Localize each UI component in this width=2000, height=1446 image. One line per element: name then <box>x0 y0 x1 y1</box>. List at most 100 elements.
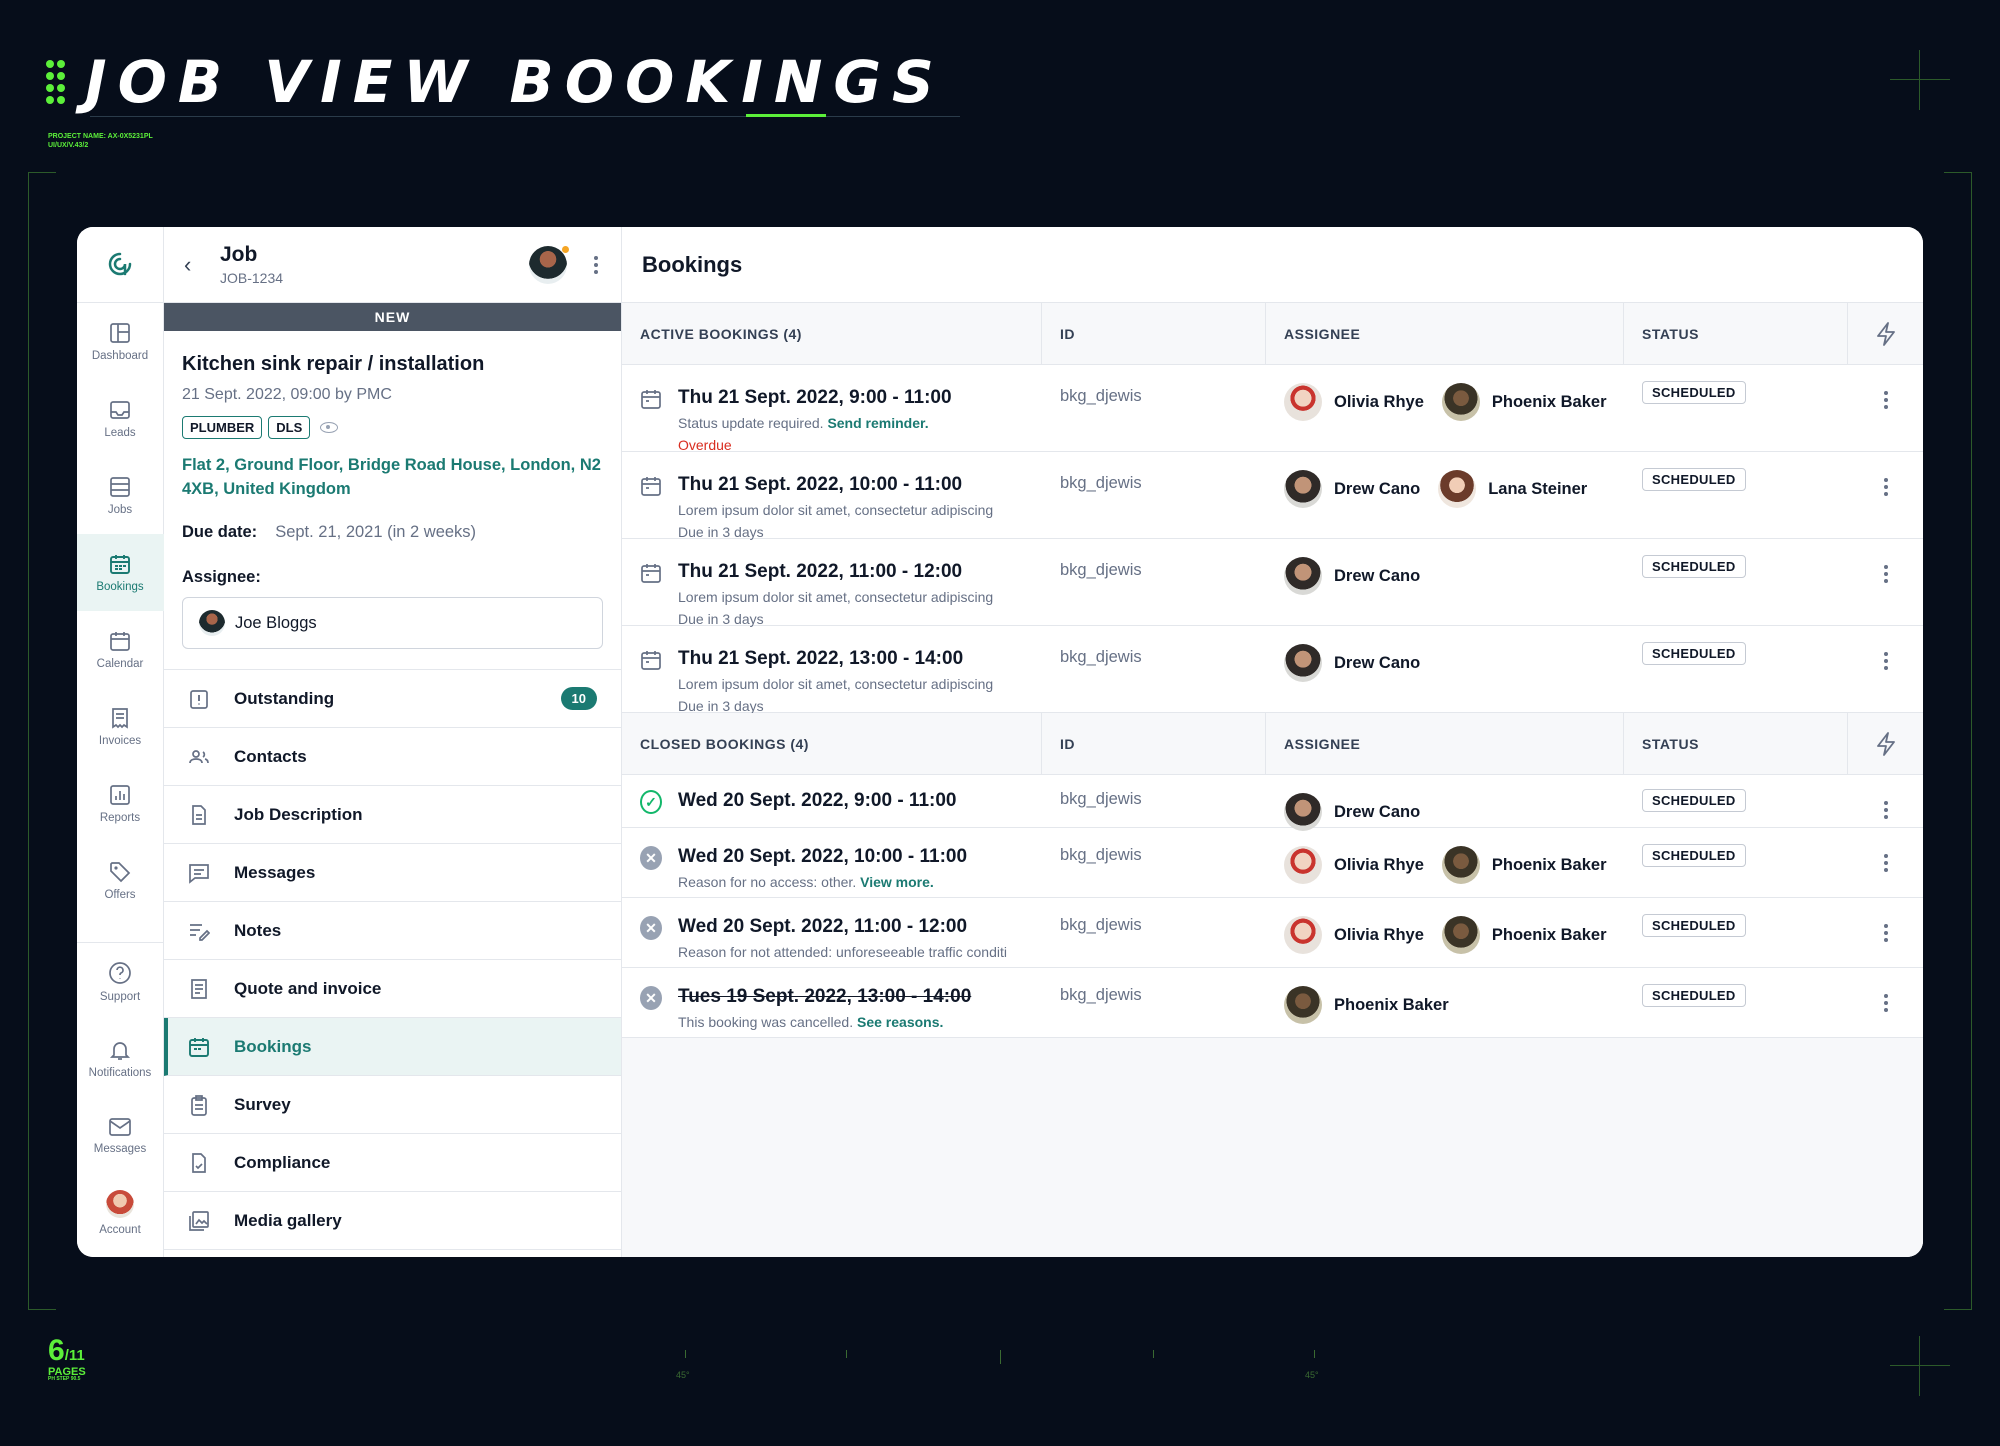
app-logo[interactable] <box>77 227 164 303</box>
row-more-button[interactable] <box>1848 539 1923 627</box>
rail-dashboard[interactable]: Dashboard <box>77 303 164 380</box>
menu-item-contacts[interactable]: Contacts <box>164 728 621 786</box>
dot <box>1883 579 1888 583</box>
avatar[interactable] <box>529 245 569 284</box>
bulk-action-button[interactable] <box>1848 303 1923 364</box>
menu-item-messages[interactable]: Messages <box>164 844 621 902</box>
column-header[interactable]: STATUS <box>1624 713 1848 774</box>
row-more-button[interactable] <box>1848 626 1923 714</box>
column-header[interactable]: STATUS <box>1624 303 1848 364</box>
close-icon: ✕ <box>640 846 662 870</box>
assignee-person[interactable]: Drew Cano <box>1284 793 1420 831</box>
rail-invoices[interactable]: Invoices <box>77 688 164 765</box>
assignee-person[interactable]: Phoenix Baker <box>1441 383 1607 421</box>
assignee-person[interactable]: Olivia Rhye <box>1284 846 1424 884</box>
rail-offers[interactable]: Offers <box>77 842 164 919</box>
booking-text: Wed 20 Sept. 2022, 11:00 - 12:00 Reason f… <box>678 916 1007 967</box>
dashboard-icon <box>110 322 130 343</box>
column-header[interactable]: ASSIGNEE <box>1266 303 1624 364</box>
booking-time[interactable]: Thu 21 Sept. 2022, 9:00 - 11:00 <box>678 387 952 409</box>
assignee-person[interactable]: Lana Steiner <box>1438 470 1587 508</box>
rail-leads[interactable]: Leads <box>77 380 164 457</box>
chevron-left-icon: ‹ <box>184 251 192 277</box>
tag[interactable]: PLUMBER <box>182 416 263 439</box>
menu-item-bookings[interactable]: Bookings <box>164 1018 621 1076</box>
assignee-person[interactable]: Drew Cano <box>1284 557 1420 595</box>
more-options-button[interactable] <box>591 255 601 274</box>
rail-calendar[interactable]: Calendar <box>77 611 164 688</box>
booking-time[interactable]: Wed 20 Sept. 2022, 10:00 - 11:00 <box>678 846 967 868</box>
tag-icon <box>110 861 131 882</box>
booking-time[interactable]: Tues 19 Sept. 2022, 13:00 - 14:00 <box>678 986 971 1008</box>
booking-time[interactable]: Wed 20 Sept. 2022, 9:00 - 11:00 <box>678 790 956 812</box>
assignee-person[interactable]: Olivia Rhye <box>1284 383 1424 421</box>
menu-item-outstanding[interactable]: Outstanding 10 <box>164 670 621 728</box>
booking-time[interactable]: Thu 21 Sept. 2022, 11:00 - 12:00 <box>678 561 993 583</box>
row-more-button[interactable] <box>1848 775 1923 831</box>
menu-item-compliance[interactable]: Compliance <box>164 1134 621 1192</box>
booking-time[interactable]: Thu 21 Sept. 2022, 13:00 - 14:00 <box>678 648 993 670</box>
rail-reports[interactable]: Reports <box>77 765 164 842</box>
due-label: Due in 3 days <box>678 698 764 714</box>
table-row[interactable]: Thu 21 Sept. 2022, 13:00 - 14:00 Lorem ip… <box>622 626 1923 714</box>
table-row[interactable]: ✕ Tues 19 Sept. 2022, 13:00 - 14:00 This b… <box>622 968 1923 1038</box>
menu-label: Quote and invoice <box>234 978 382 998</box>
booking-time[interactable]: Thu 21 Sept. 2022, 10:00 - 11:00 <box>678 474 993 496</box>
menu-item-notes[interactable]: Notes <box>164 902 621 960</box>
rail-bookings[interactable]: Bookings <box>77 534 164 611</box>
assignee-select[interactable]: Joe Bloggs <box>182 597 603 649</box>
row-more-button[interactable] <box>1848 365 1923 453</box>
eye-icon[interactable] <box>320 422 339 433</box>
menu-item-job-description[interactable]: Job Description <box>164 786 621 844</box>
table-row[interactable]: Thu 21 Sept. 2022, 11:00 - 12:00 Lorem ip… <box>622 539 1923 627</box>
dot <box>1883 924 1888 928</box>
alert-icon <box>188 688 210 710</box>
row-more-button[interactable] <box>1848 898 1923 967</box>
rail-messages[interactable]: Messages <box>77 1097 164 1174</box>
note-text: Reason for not attended: unforeseeable t… <box>678 944 1007 960</box>
table-row[interactable]: ✕ Wed 20 Sept. 2022, 11:00 - 12:00 Reason … <box>622 898 1923 968</box>
row-more-button[interactable] <box>1848 968 1923 1037</box>
assignee-person[interactable]: Phoenix Baker <box>1284 986 1449 1024</box>
row-more-button[interactable] <box>1848 828 1923 897</box>
column-header[interactable]: ID <box>1042 303 1266 364</box>
bulk-action-button[interactable] <box>1848 713 1923 774</box>
assignee-person[interactable]: Drew Cano <box>1284 644 1420 682</box>
image-icon <box>188 1210 210 1232</box>
tag[interactable]: DLS <box>268 416 311 439</box>
table-row[interactable]: Thu 21 Sept. 2022, 9:00 - 11:00 Status up… <box>622 365 1923 453</box>
rail-support[interactable]: Support <box>77 943 164 1020</box>
menu-label: Notes <box>234 920 282 940</box>
rail-notifications[interactable]: Notifications <box>77 1020 164 1097</box>
assignee-person[interactable]: Drew Cano <box>1284 470 1420 508</box>
assignee-person[interactable]: Phoenix Baker <box>1441 846 1607 884</box>
booking-time-cell: Thu 21 Sept. 2022, 9:00 - 11:00 Status up… <box>622 365 1042 453</box>
assignee-name: Drew Cano <box>1334 479 1421 498</box>
dot <box>1883 391 1888 395</box>
menu-item-quote-invoice[interactable]: Quote and invoice <box>164 960 621 1018</box>
assignee-person[interactable]: Phoenix Baker <box>1441 916 1607 954</box>
rail-account[interactable]: Account <box>77 1174 164 1251</box>
row-more-button[interactable] <box>1848 452 1923 540</box>
note-link[interactable]: Send reminder. <box>827 415 928 431</box>
rail-label: Support <box>99 990 141 1003</box>
column-header[interactable]: ASSIGNEE <box>1266 713 1624 774</box>
table-row[interactable]: Thu 21 Sept. 2022, 10:00 - 11:00 Lorem ip… <box>622 452 1923 540</box>
menu-item-survey[interactable]: Survey <box>164 1076 621 1134</box>
back-button[interactable]: ‹ <box>184 252 220 278</box>
status-cell: SCHEDULED <box>1624 452 1848 540</box>
assignee-person[interactable]: Olivia Rhye <box>1284 916 1424 954</box>
status-badge: SCHEDULED <box>1642 468 1746 491</box>
rail-jobs[interactable]: Jobs <box>77 457 164 534</box>
note-link[interactable]: View more. <box>860 874 934 890</box>
booking-id: bkg_djewis <box>1060 846 1142 864</box>
menu-label: Messages <box>234 862 316 882</box>
booking-time[interactable]: Wed 20 Sept. 2022, 11:00 - 12:00 <box>678 916 1007 938</box>
menu-item-media-gallery[interactable]: Media gallery <box>164 1192 621 1250</box>
table-row[interactable]: ✓ Wed 20 Sept. 2022, 9:00 - 11:00 bkg_djew… <box>622 775 1923 831</box>
dot <box>1883 565 1888 569</box>
table-row[interactable]: ✕ Wed 20 Sept. 2022, 10:00 - 11:00 Reason … <box>622 828 1923 898</box>
job-address[interactable]: Flat 2, Ground Floor, Bridge Road House,… <box>182 453 603 501</box>
note-link[interactable]: See reasons. <box>857 1014 943 1030</box>
column-header[interactable]: ID <box>1042 713 1266 774</box>
